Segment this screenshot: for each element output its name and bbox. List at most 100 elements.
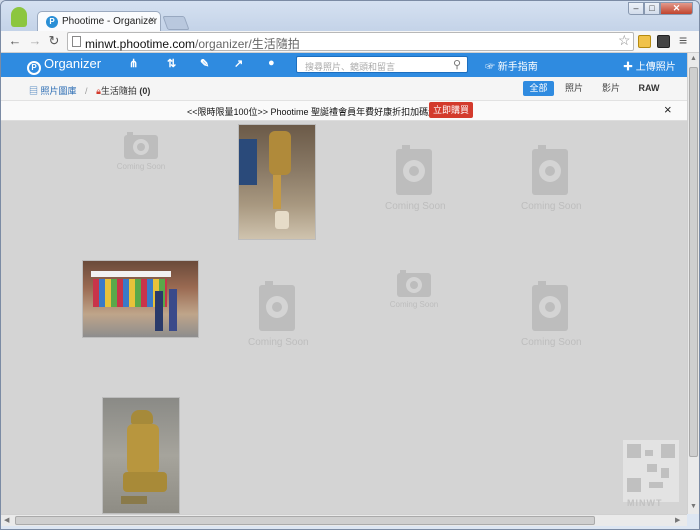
- photo-detail: [275, 211, 289, 229]
- url-path: /organizer/生活隨拍: [195, 37, 300, 51]
- filter-raw-tab[interactable]: RAW: [634, 81, 664, 96]
- notes-extension-icon[interactable]: [638, 35, 651, 48]
- forward-arrow-icon[interactable]: →: [27, 33, 43, 49]
- user-icon[interactable]: ●: [268, 57, 275, 69]
- close-window-button[interactable]: ✕: [660, 2, 693, 15]
- sort-icon[interactable]: ⇅: [167, 57, 176, 70]
- page-icon: [72, 36, 81, 47]
- brand-link[interactable]: P Organizer: [27, 56, 101, 75]
- camera-shape: [402, 145, 410, 149]
- breadcrumb-current: 🔒︎生活隨拍 (0): [96, 86, 150, 96]
- photo-detail: [91, 271, 171, 277]
- breadcrumb: ▤ 照片圖庫 / 🔒︎生活隨拍 (0): [29, 84, 150, 97]
- coming-soon-label: Coming Soon: [389, 300, 439, 309]
- photo-detail: [123, 472, 167, 492]
- breadcrumb-root-link[interactable]: ▤ 照片圖庫: [29, 86, 77, 96]
- browser-window: P Phootime - Organizer × – □ ✕ ← → ↻ min…: [0, 0, 700, 530]
- browser-toolbar: ← → ↻ minwt.phootime.com/organizer/生活隨拍 …: [1, 31, 699, 53]
- scroll-right-icon[interactable]: ▶: [675, 516, 680, 524]
- horizontal-scroll-thumb[interactable]: [15, 516, 595, 525]
- reload-icon[interactable]: ↻: [46, 33, 62, 49]
- camera-shape: [403, 160, 425, 182]
- qr-cell: [645, 450, 653, 456]
- buy-now-button[interactable]: 立即購買: [429, 102, 473, 118]
- filter-all-tab[interactable]: 全部: [523, 81, 554, 96]
- camera-shape: [133, 139, 149, 155]
- promo-banner: <<限時限量100位>> Phootime 聖誕禮會員年費好康折扣加碼送 立即購…: [1, 101, 687, 121]
- camera-shape: [400, 270, 406, 273]
- camera-shape: [539, 296, 561, 318]
- vertical-scrollbar[interactable]: ▲ ▼: [687, 53, 699, 514]
- guide-link[interactable]: ☞ 新手指南: [485, 58, 538, 73]
- search-icon[interactable]: ⚲: [453, 58, 461, 71]
- album-count: (0): [139, 86, 151, 96]
- coming-soon-placeholder: Coming Soon: [385, 270, 443, 309]
- filter-photos-tab[interactable]: 照片: [561, 81, 587, 96]
- sub-toolbar: ▤ 照片圖庫 / 🔒︎生活隨拍 (0) 全部 照片 影片 RAW: [1, 77, 687, 101]
- browser-menu-icon[interactable]: ≡: [679, 32, 687, 48]
- favicon-icon: P: [46, 16, 58, 28]
- promo-text: <<限時限量100位>> Phootime 聖誕禮會員年費好康折扣加碼送: [187, 107, 438, 117]
- camera-shape: [410, 281, 418, 289]
- sitemap-icon[interactable]: ⋔: [129, 57, 138, 70]
- camera-shape: [409, 166, 419, 176]
- wrench-icon[interactable]: ✎: [200, 57, 209, 70]
- coming-soon-label: Coming Soon: [521, 201, 582, 212]
- breadcrumb-separator: /: [85, 86, 88, 96]
- horizontal-scrollbar[interactable]: ◀ ▶: [1, 514, 687, 526]
- camera-shape: [538, 281, 546, 285]
- back-arrow-icon[interactable]: ←: [7, 33, 23, 49]
- upload-button[interactable]: ✚ 上傳照片: [623, 58, 676, 73]
- coming-soon-placeholder: Coming Soon: [385, 145, 446, 212]
- album-title: 生活隨拍: [100, 86, 137, 96]
- share-icon[interactable]: ↗: [234, 57, 243, 70]
- qr-cell: [627, 444, 641, 458]
- maximize-button[interactable]: □: [644, 2, 660, 15]
- breadcrumb-root-label: 照片圖庫: [40, 86, 77, 96]
- camera-icon: [396, 145, 432, 195]
- url-text[interactable]: minwt.phootime.com/organizer/生活隨拍: [85, 35, 300, 52]
- photo-detail: [239, 139, 257, 185]
- coming-soon-label: Coming Soon: [385, 201, 446, 212]
- monitor-extension-icon[interactable]: [657, 35, 670, 48]
- scroll-down-icon[interactable]: ▼: [690, 503, 697, 510]
- camera-icon: [397, 270, 431, 297]
- browser-tab[interactable]: P Phootime - Organizer ×: [37, 11, 161, 32]
- new-tab-button[interactable]: [162, 16, 190, 30]
- coming-soon-label: Coming Soon: [116, 162, 166, 171]
- watermark-text: MINWT: [627, 498, 663, 508]
- camera-shape: [127, 132, 133, 135]
- photo-detail: [155, 291, 163, 331]
- filter-videos-tab[interactable]: 影片: [598, 81, 624, 96]
- camera-shape: [272, 302, 282, 312]
- photo-detail: [169, 289, 177, 331]
- coming-soon-placeholder: Coming Soon: [521, 281, 582, 348]
- photo-thumbnail[interactable]: [82, 260, 199, 338]
- qr-cell: [647, 464, 657, 472]
- address-bar[interactable]: minwt.phootime.com/organizer/生活隨拍: [67, 32, 634, 51]
- brand-logo-icon: P: [27, 61, 41, 75]
- tab-close-icon[interactable]: ×: [149, 15, 155, 26]
- photo-thumbnail[interactable]: [102, 397, 180, 514]
- app-logo-icon: [11, 7, 27, 27]
- bookmark-star-icon[interactable]: ☆: [618, 32, 631, 49]
- camera-shape: [545, 166, 555, 176]
- camera-shape: [538, 145, 546, 149]
- title-bar: P Phootime - Organizer × – □ ✕: [1, 1, 699, 32]
- scroll-left-icon[interactable]: ◀: [4, 516, 9, 524]
- qr-code-watermark: [623, 440, 679, 502]
- promo-close-icon[interactable]: ×: [664, 102, 672, 117]
- vertical-scroll-thumb[interactable]: [689, 67, 698, 457]
- scroll-up-icon[interactable]: ▲: [690, 55, 697, 62]
- brand-name: Organizer: [44, 56, 102, 71]
- book-icon: ▤: [29, 86, 41, 96]
- coming-soon-label: Coming Soon: [248, 337, 309, 348]
- photo-detail: [121, 496, 147, 504]
- search-placeholder: 搜尋照片、鏡頭和留言: [305, 62, 396, 72]
- photo-thumbnail[interactable]: [238, 124, 316, 240]
- minimize-button[interactable]: –: [628, 2, 644, 15]
- url-host: minwt.phootime.com: [85, 37, 196, 51]
- qr-cell: [661, 468, 669, 478]
- tab-title: Phootime - Organizer: [62, 16, 158, 27]
- search-input[interactable]: 搜尋照片、鏡頭和留言 ⚲: [296, 56, 468, 73]
